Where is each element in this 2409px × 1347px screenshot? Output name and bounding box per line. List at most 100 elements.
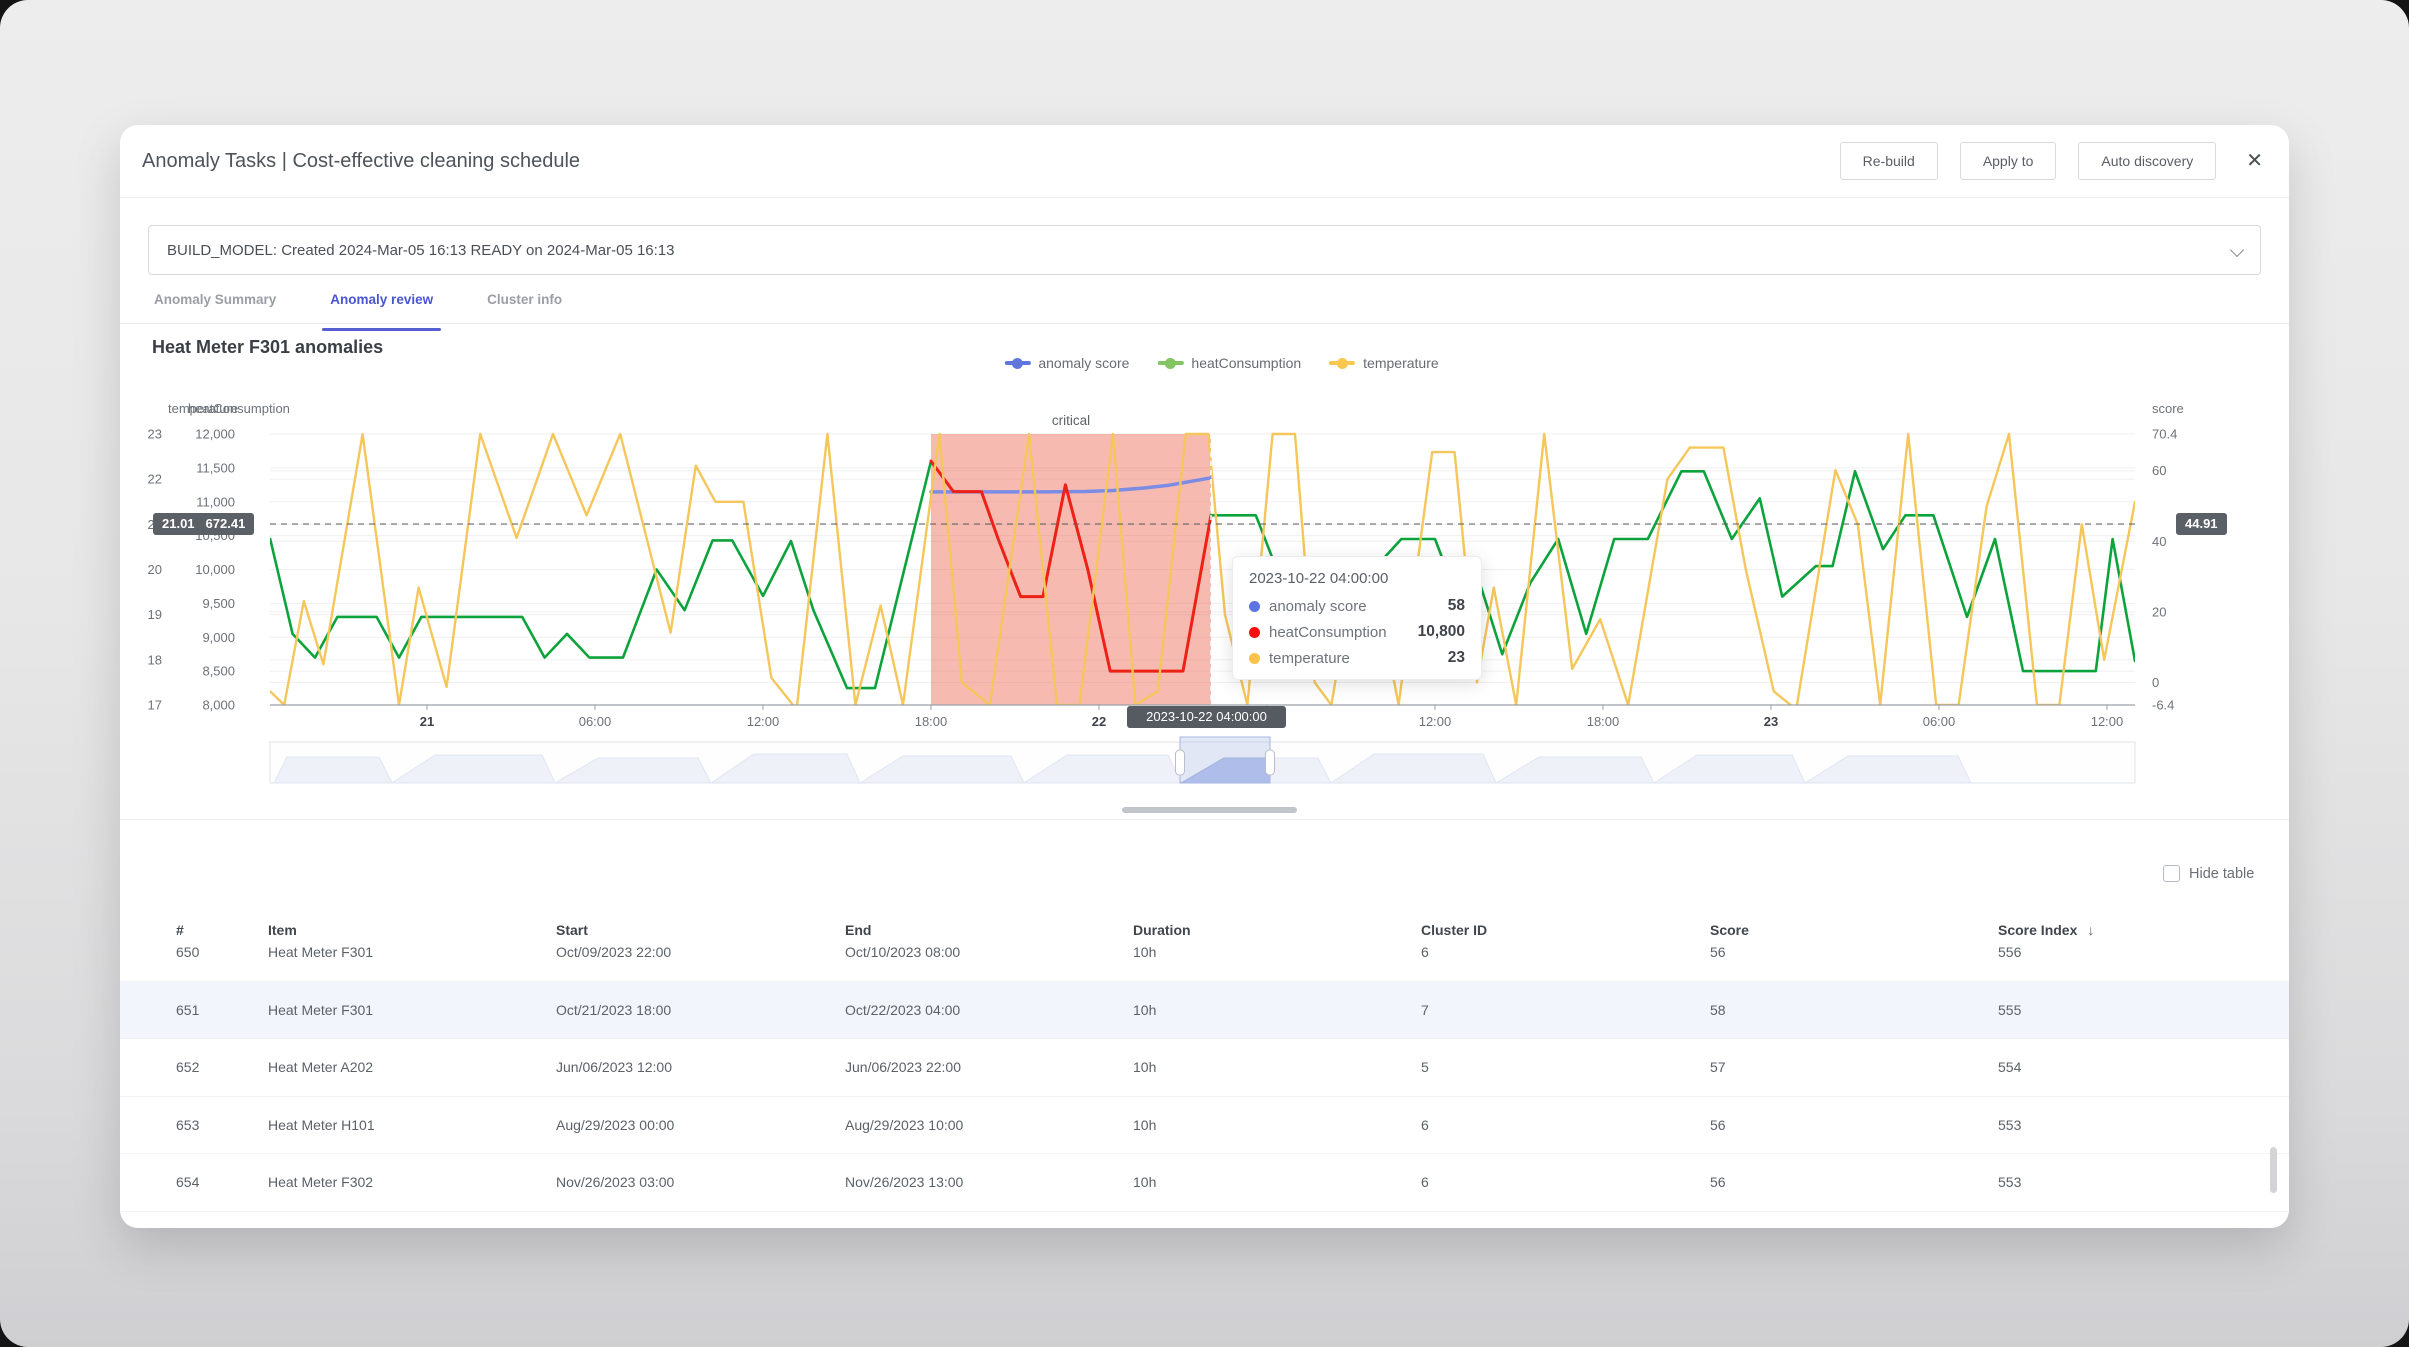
column-header--[interactable]: #	[176, 910, 184, 950]
cell--: 654	[176, 1174, 200, 1190]
legend-item-temperature[interactable]: temperature	[1329, 355, 1439, 371]
tooltip-series-label: anomaly score	[1269, 597, 1367, 615]
cell-start: Oct/09/2023 22:00	[556, 947, 672, 960]
cell-end: Nov/26/2023 13:00	[845, 1174, 964, 1190]
y-tick-label: 12,000	[195, 427, 235, 442]
cell-duration: 10h	[1133, 1116, 1157, 1133]
table-row[interactable]: 651 Heat Meter F301 Oct/21/2023 18:00 Oct/2…	[120, 981, 2289, 1039]
y-tick-label: 8,500	[202, 664, 235, 679]
cell-score-index: 555	[1998, 1001, 2022, 1018]
tooltip-row-temperature: temperature 23	[1249, 649, 1465, 667]
cell-end: Oct/22/2023 04:00	[845, 1001, 961, 1018]
sort-desc-icon[interactable]: ↓	[2087, 922, 2094, 938]
crosshair-left-badge: 21.01 672.41	[153, 513, 255, 535]
table-row[interactable]: 654 Heat Meter F302 Nov/26/2023 03:00 Nov/2…	[120, 1154, 2289, 1212]
tab-anomaly-review[interactable]: Anomaly review	[322, 285, 441, 331]
section-divider	[120, 819, 2289, 820]
column-header-end[interactable]: End	[845, 910, 871, 950]
chevron-down-icon	[2229, 242, 2245, 258]
slider-selection[interactable]	[1179, 736, 1271, 784]
cell-item: Heat Meter F302	[268, 1174, 374, 1190]
legend-item-anomaly-score[interactable]: anomaly score	[1004, 355, 1129, 371]
dialog-actions: Re-build Apply to Auto discovery ✕	[1839, 125, 2263, 197]
x-tick-label: 18:00	[915, 714, 948, 729]
auto-discovery-button[interactable]: Auto discovery	[2078, 142, 2217, 180]
column-header-duration[interactable]: Duration	[1133, 910, 1191, 950]
cell--: 653	[176, 1116, 200, 1133]
table-scrollbar[interactable]	[2270, 1147, 2277, 1193]
y-tick-label: 9,000	[202, 630, 235, 645]
tooltip-title: 2023-10-22 04:00:00	[1249, 570, 1389, 587]
y-tick-label: 19	[148, 607, 162, 622]
anomaly-chart[interactable]: critical 21 06:00 12:00 18:00 22 12:00 18:00 23 0…	[120, 390, 2289, 830]
chart-legend: anomaly score heatConsumption temperature	[1004, 355, 1439, 371]
hide-table-toggle[interactable]: Hide table	[2163, 865, 2254, 882]
series-dot-icon	[1249, 600, 1260, 612]
chart-tooltip: 2023-10-22 04:00:00 anomaly score 58 heatC…	[1232, 556, 1482, 680]
cell-score-index: 556	[1998, 947, 2022, 960]
cell-duration: 10h	[1133, 947, 1157, 960]
y-tick-label: 20	[2152, 604, 2166, 619]
cell-end: Jun/06/2023 22:00	[845, 1059, 961, 1075]
column-header-score[interactable]: Score	[1710, 910, 1749, 950]
tab-cluster-info[interactable]: Cluster info	[483, 285, 566, 323]
y-tick-label: 10,000	[195, 562, 235, 577]
tooltip-row-anomaly-score: anomaly score 58	[1249, 597, 1465, 615]
tooltip-series-label: heatConsumption	[1269, 623, 1387, 641]
apply-to-button[interactable]: Apply to	[1959, 142, 2057, 180]
series-dot-icon	[1249, 626, 1260, 638]
tooltip-series-value: 23	[1447, 649, 1465, 666]
table-row[interactable]: 653 Heat Meter H101 Aug/29/2023 00:00 Aug/2…	[120, 1096, 2289, 1154]
tab-anomaly-summary[interactable]: Anomaly Summary	[150, 285, 280, 323]
tooltip-series-label: temperature	[1269, 649, 1350, 667]
column-header-start[interactable]: Start	[556, 910, 588, 950]
hide-table-checkbox[interactable]	[2163, 865, 2180, 882]
cell-end: Oct/10/2023 08:00	[845, 947, 961, 960]
cell-cluster-id: 5	[1421, 1059, 1429, 1075]
cell-duration: 10h	[1133, 1001, 1157, 1018]
table-row[interactable]: 650 Heat Meter F301 Oct/09/2023 22:00 Oct/1…	[120, 947, 2289, 982]
cell-cluster-id: 7	[1421, 1001, 1429, 1018]
tab-bar: Anomaly Summary Anomaly review Cluster inf…	[120, 285, 2289, 331]
cell--: 651	[176, 1001, 200, 1018]
model-select-dropdown[interactable]: BUILD_MODEL: Created 2024-Mar-05 16:13 R…	[148, 225, 2261, 275]
x-tick-label: 18:00	[1587, 714, 1620, 729]
y-tick-label: -6.4	[2152, 698, 2174, 713]
cell-score: 57	[1710, 1059, 1726, 1075]
column-header-item[interactable]: Item	[268, 910, 297, 950]
x-tick-label: 06:00	[1923, 714, 1956, 729]
cell-score-index: 553	[1998, 1174, 2022, 1190]
y-tick-label: 23	[148, 427, 162, 442]
slider-handle-right[interactable]	[1265, 749, 1275, 776]
re-build-button[interactable]: Re-build	[1839, 142, 1938, 180]
cell-score: 56	[1710, 947, 1726, 960]
cell--: 650	[176, 947, 200, 960]
panel-resize-handle[interactable]	[1122, 807, 1297, 813]
column-header-cluster-id[interactable]: Cluster ID	[1421, 910, 1487, 950]
close-icon[interactable]: ✕	[2246, 142, 2263, 180]
cell-item: Heat Meter H101	[268, 1116, 375, 1133]
cell-start: Oct/21/2023 18:00	[556, 1001, 672, 1018]
cell--: 652	[176, 1059, 200, 1075]
column-header-score-index[interactable]: Score Index ↓	[1998, 910, 2094, 950]
tooltip-series-value: 10,800	[1417, 623, 1465, 640]
cell-start: Nov/26/2023 03:00	[556, 1174, 675, 1190]
anomaly-tasks-dialog: Anomaly Tasks | Cost-effective cleaning …	[120, 125, 2289, 1228]
table-row[interactable]: 652 Heat Meter A202 Jun/06/2023 12:00 Jun/0…	[120, 1039, 2289, 1097]
cell-item: Heat Meter F301	[268, 1001, 374, 1018]
y-tick-label: 8,000	[202, 698, 235, 713]
y-tick-label: 0	[2152, 675, 2159, 690]
model-select-value: BUILD_MODEL: Created 2024-Mar-05 16:13 R…	[167, 241, 675, 259]
chart-title: Heat Meter F301 anomalies	[152, 337, 384, 357]
legend-item-heatconsumption[interactable]: heatConsumption	[1157, 355, 1301, 371]
cell-cluster-id: 6	[1421, 947, 1429, 960]
slider-handle-left[interactable]	[1175, 749, 1185, 776]
x-tick-label: 12:00	[2091, 714, 2124, 729]
cell-duration: 10h	[1133, 1059, 1157, 1075]
y-tick-label: 60	[2152, 463, 2166, 478]
cell-score-index: 553	[1998, 1116, 2022, 1133]
y-tick-label: 70.4	[2152, 427, 2177, 442]
table-body[interactable]: 650 Heat Meter F301 Oct/09/2023 22:00 Oct/1…	[120, 947, 2289, 1228]
y-tick-label: 20	[148, 562, 162, 577]
cell-cluster-id: 6	[1421, 1174, 1429, 1190]
